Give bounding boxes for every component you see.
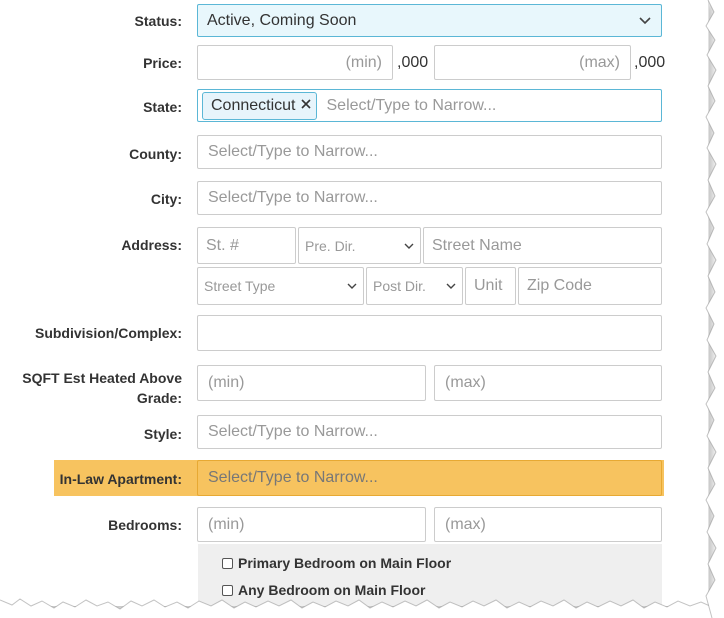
address-label: Address: [121, 237, 182, 253]
price-max-input[interactable]: (max) [434, 45, 631, 80]
state-tag: Connecticut [202, 91, 317, 120]
pre-dir-placeholder: Pre. Dir. [305, 237, 356, 254]
status-value: Active, Coming Soon [207, 11, 357, 29]
price-label: Price: [143, 55, 182, 71]
sqft-max-input[interactable]: (max) [434, 365, 662, 401]
zip-code-input[interactable]: Zip Code [518, 267, 662, 305]
bedrooms-max-input[interactable]: (max) [434, 507, 662, 542]
any-bedroom-checkbox[interactable] [222, 584, 233, 596]
chevron-down-icon [404, 239, 414, 253]
post-dir-select[interactable]: Post Dir. [366, 267, 463, 305]
price-max-suffix: ,000 [634, 54, 666, 71]
sqft-min-placeholder: (min) [208, 374, 245, 391]
bedrooms-label: Bedrooms: [108, 517, 182, 533]
county-placeholder: Select/Type to Narrow... [208, 143, 378, 160]
state-tag-label: Connecticut [211, 96, 296, 114]
chevron-down-icon [347, 279, 357, 293]
subdivision-input[interactable] [197, 315, 662, 351]
street-number-placeholder: St. # [206, 236, 239, 254]
street-type-placeholder: Street Type [204, 278, 276, 294]
street-type-select[interactable]: Street Type [197, 267, 364, 305]
bedrooms-min-input[interactable]: (min) [197, 507, 426, 542]
price-min-placeholder: (min) [345, 53, 382, 71]
street-number-input[interactable]: St. # [197, 227, 296, 264]
zip-code-placeholder: Zip Code [527, 277, 592, 294]
primary-bedroom-main-floor-option[interactable]: Primary Bedroom on Main Floor [222, 555, 451, 571]
price-max-placeholder: (max) [579, 53, 620, 71]
status-label: Status: [134, 13, 182, 29]
county-label: County: [129, 146, 182, 162]
state-label: State: [143, 99, 182, 115]
state-multiselect[interactable]: Connecticut Select/Type to Narrow... [197, 89, 662, 122]
close-icon[interactable] [300, 97, 312, 115]
inlaw-label: In-Law Apartment: [59, 471, 182, 487]
state-placeholder: Select/Type to Narrow... [326, 96, 497, 114]
pre-dir-select[interactable]: Pre. Dir. [298, 227, 421, 264]
style-placeholder: Select/Type to Narrow... [208, 423, 378, 440]
primary-bedroom-label: Primary Bedroom on Main Floor [238, 555, 452, 571]
city-input[interactable]: Select/Type to Narrow... [197, 181, 662, 215]
street-name-input[interactable]: Street Name [423, 227, 662, 264]
inlaw-input[interactable]: Select/Type to Narrow... [197, 460, 662, 496]
price-min-input[interactable]: (min) [197, 45, 393, 80]
inlaw-placeholder: Select/Type to Narrow... [208, 469, 378, 486]
county-input[interactable]: Select/Type to Narrow... [197, 135, 662, 169]
torn-edge-right [705, 0, 724, 618]
post-dir-placeholder: Post Dir. [373, 278, 426, 294]
sqft-max-placeholder: (max) [445, 374, 486, 391]
style-input[interactable]: Select/Type to Narrow... [197, 415, 662, 449]
street-name-placeholder: Street Name [432, 236, 522, 254]
bedrooms-min-placeholder: (min) [208, 515, 245, 533]
sqft-label-line1: SQFT Est Heated Above [22, 370, 182, 386]
torn-edge-bottom [0, 598, 724, 618]
city-label: City: [150, 191, 182, 207]
subdivision-label: Subdivision/Complex: [34, 325, 182, 341]
style-label: Style: [143, 426, 182, 442]
bedrooms-max-placeholder: (max) [445, 515, 486, 533]
unit-input[interactable]: Unit [465, 267, 516, 305]
unit-placeholder: Unit [474, 277, 503, 294]
city-placeholder: Select/Type to Narrow... [208, 189, 378, 206]
search-form-panel: Status: Active, Coming Soon Price: (min)… [0, 0, 709, 606]
sqft-min-input[interactable]: (min) [197, 365, 426, 401]
sqft-label-line2: Grade: [136, 390, 182, 406]
status-select[interactable]: Active, Coming Soon [197, 4, 662, 37]
price-min-suffix: ,000 [397, 54, 429, 71]
primary-bedroom-checkbox[interactable] [222, 557, 233, 569]
chevron-down-icon [639, 14, 651, 28]
chevron-down-icon [446, 279, 456, 293]
